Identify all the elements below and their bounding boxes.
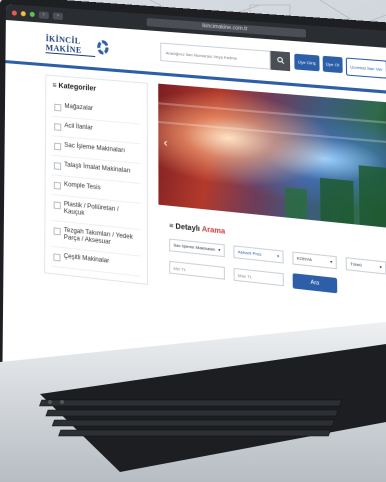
district-select-value: Tümü [350, 258, 362, 272]
district-select[interactable]: Tümü ▾ [346, 257, 386, 274]
city-select[interactable]: KONYA ▾ [292, 252, 337, 270]
sidebar-title: ≡ Kategoriler [52, 82, 140, 96]
register-label: Üye Ol [326, 61, 340, 67]
subcategory-select[interactable]: Abkant Pres ▾ [233, 245, 283, 263]
minimize-dot[interactable] [21, 11, 26, 16]
city-select-value: KONYA [297, 252, 312, 267]
max-price-input[interactable]: Max TL [234, 268, 284, 287]
sidebar-item-label: Sac İşleme Makinaları [64, 143, 125, 156]
select-arrow-icon: ▾ [330, 255, 332, 268]
search-icon [277, 57, 285, 65]
detail-title-prefix: Detaylı [175, 223, 200, 233]
sidebar-item-label: Komple Tesis [64, 182, 101, 193]
login-button[interactable]: Üye Giriş [294, 53, 319, 71]
detail-title-highlight: Arama [202, 226, 225, 236]
category-select-value: Sac İşleme Makinaları [173, 239, 215, 256]
sidebar-item-label: Tezgah Takımları / Yedek Parça / Aksesua… [64, 227, 139, 250]
back-button[interactable]: ‹ [39, 11, 49, 19]
checkbox[interactable] [54, 162, 61, 170]
category-sidebar: ≡ Kategoriler Mağazalar Acil İlanlar Sac… [44, 74, 148, 285]
checkbox[interactable] [54, 104, 61, 112]
chevron-left-icon[interactable]: ‹ [160, 136, 171, 152]
search-input[interactable]: Aradığınız İlan Numarası Veya Kelime [160, 43, 270, 70]
login-label: Üye Giriş [298, 59, 316, 66]
gear-icon [97, 40, 109, 55]
header-actions: Üye Giriş Üye Ol Ücretsiz İlan Ver [294, 53, 386, 78]
search-submit-button[interactable]: Ara [293, 273, 338, 293]
select-arrow-icon: ▾ [218, 244, 220, 257]
detail-search-panel: ≡ Detaylı Arama Sac İşleme Makinaları ▾ A… [158, 215, 386, 307]
content-column: ‹ › ≡ Detaylı Arama Sac İşleme Makinalar… [158, 84, 386, 314]
sidebar-item-label: Plastik / Poliüretan / Kauçuk [64, 201, 139, 223]
forward-button[interactable]: › [53, 12, 63, 20]
checkbox[interactable] [54, 123, 61, 131]
hero-banner: ‹ › [158, 84, 386, 229]
sidebar-item-label: Talaşlı İmalat Makinaları [64, 162, 130, 176]
register-button[interactable]: Üye Ol [322, 55, 342, 72]
min-price-input[interactable]: Min TL [169, 261, 225, 280]
sidebar-item-label: Çeşitli Makinalar [64, 253, 110, 265]
category-select[interactable]: Sac İşleme Makinaları ▾ [169, 238, 225, 257]
laptop-base [0, 322, 386, 482]
checkbox[interactable] [54, 227, 61, 235]
main-content: ≡ Kategoriler Mağazalar Acil İlanlar Sac… [3, 63, 386, 314]
close-dot[interactable] [12, 10, 17, 15]
checkbox[interactable] [54, 143, 61, 151]
checkbox[interactable] [54, 201, 61, 209]
sidebar-item-label: Acil İlanlar [64, 123, 92, 133]
maximize-dot[interactable] [30, 11, 35, 16]
sidebar-item-label: Mağazalar [64, 104, 93, 114]
post-ad-label: Ücretsiz İlan Ver [350, 64, 382, 72]
sidebar-title-text: Kategoriler [58, 83, 96, 93]
select-arrow-icon: ▾ [277, 250, 279, 263]
checkbox[interactable] [53, 253, 60, 261]
site-logo[interactable]: İKİNCİL MAKİNE [46, 33, 109, 57]
logo-text: İKİNCİL MAKİNE [46, 33, 95, 56]
checkbox[interactable] [54, 182, 61, 190]
search-button[interactable] [271, 51, 291, 71]
subcategory-select-value: Abkant Pres [238, 246, 262, 261]
post-ad-button[interactable]: Ücretsiz İlan Ver [346, 57, 386, 78]
search-bar: Aradığınız İlan Numarası Veya Kelime [160, 43, 290, 72]
select-arrow-icon: ▾ [379, 261, 382, 274]
